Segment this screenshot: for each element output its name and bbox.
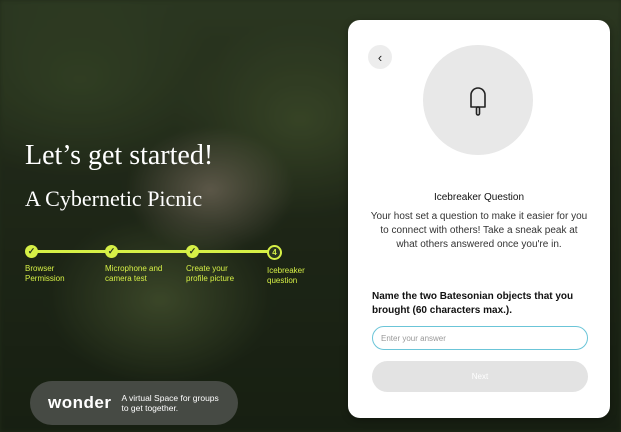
step-label: Browser Permission (25, 264, 65, 283)
next-button[interactable]: Next (372, 361, 588, 392)
step-label: Create your profile picture (186, 264, 235, 283)
step-number: 4 (267, 245, 282, 260)
step-label: Icebreaker question (267, 266, 305, 285)
brand-badge: wonder A virtual Space for groups to get… (30, 381, 238, 425)
step-browser-permission: ✓ Browser Permission (25, 245, 85, 284)
wonder-logo: wonder (48, 393, 112, 412)
card-title: Icebreaker Question (433, 192, 525, 203)
check-icon: ✓ (105, 245, 118, 258)
brand-tagline: A virtual Space for groups to get togeth… (121, 393, 219, 413)
card-description: Your host set a question to make it easi… (370, 211, 588, 250)
illustration-circle (423, 45, 533, 155)
back-button[interactable]: ‹ (368, 45, 392, 69)
chevron-left-icon: ‹ (377, 49, 383, 65)
check-icon: ✓ (186, 245, 199, 258)
icebreaker-question: Name the two Batesonian objects that you… (372, 291, 574, 316)
step-microphone-camera: ✓ Microphone and camera test (105, 245, 165, 284)
check-icon: ✓ (25, 245, 38, 258)
popsicle-icon (470, 87, 486, 116)
step-icebreaker: 4 Icebreaker question (267, 245, 327, 286)
hero-section: Let’s get started! A Cybernetic Picnic (25, 140, 213, 212)
onboarding-card: ‹ Icebreaker Question Your host set a qu… (348, 20, 610, 418)
answer-input[interactable] (372, 326, 588, 350)
space-name: A Cybernetic Picnic (25, 186, 203, 211)
step-profile-picture: ✓ Create your profile picture (186, 245, 246, 284)
page-title: Let’s get started! (25, 140, 214, 171)
step-label: Microphone and camera test (105, 264, 163, 283)
onboarding-steps: ✓ Browser Permission ✓ Microphone and ca… (25, 245, 305, 305)
